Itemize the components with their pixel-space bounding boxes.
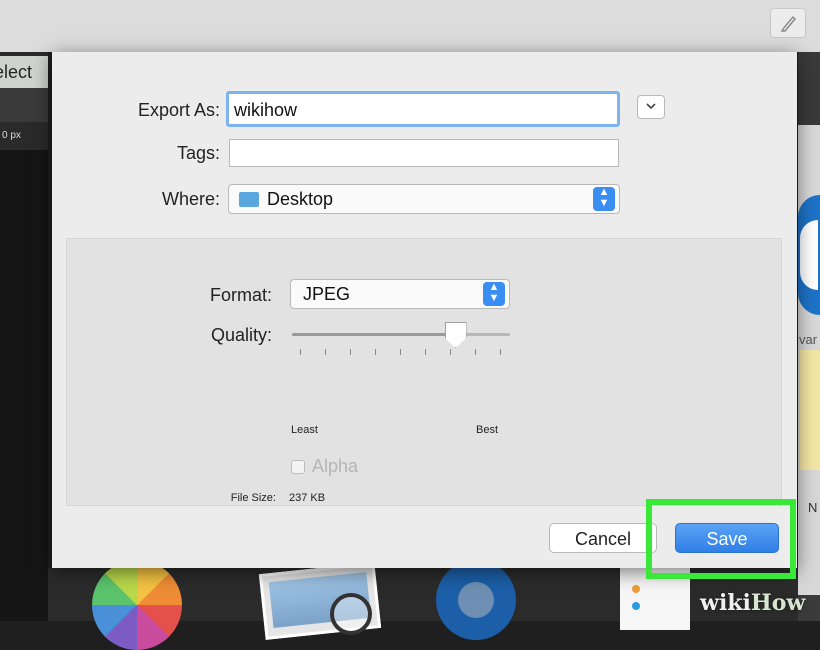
where-value: Desktop xyxy=(267,189,334,209)
file-size-label: File Size: xyxy=(230,492,276,504)
quality-tick xyxy=(375,349,376,355)
markup-button[interactable] xyxy=(770,8,806,38)
photos-app-icon[interactable] xyxy=(92,560,182,650)
reminder-dot-blue xyxy=(632,602,640,610)
where-popup[interactable]: Desktop ▲ ▼ xyxy=(228,184,620,214)
format-label: Format: xyxy=(209,285,272,305)
desktop-notes-icon xyxy=(800,350,820,470)
quality-tick xyxy=(425,349,426,355)
quality-tick xyxy=(325,349,326,355)
quality-tick xyxy=(400,349,401,355)
app-toolbar xyxy=(0,0,820,52)
alpha-checkbox[interactable] xyxy=(291,460,305,474)
expand-button[interactable] xyxy=(637,95,665,119)
quality-tick xyxy=(450,349,451,355)
tags-label: Tags: xyxy=(176,143,220,163)
chevron-down-icon xyxy=(646,99,656,113)
reminder-dot-orange xyxy=(632,585,640,593)
folder-icon xyxy=(239,192,259,207)
save-highlight-box xyxy=(646,499,796,579)
quality-tick xyxy=(350,349,351,355)
quality-min-label: Least xyxy=(291,424,318,436)
desktop-app-icon-highlight xyxy=(800,220,818,290)
tags-field[interactable] xyxy=(229,139,619,167)
alpha-label: Alpha xyxy=(312,456,359,476)
magnifier-icon xyxy=(330,593,372,635)
desktop-icon-label: var xyxy=(799,332,818,347)
format-value: JPEG xyxy=(303,284,351,304)
quality-slider-fill xyxy=(292,333,456,336)
watermark: wikiHow xyxy=(700,590,806,616)
updown-chevron-icon: ▲ ▼ xyxy=(483,282,505,306)
cancel-button[interactable]: Cancel xyxy=(549,523,657,553)
export-as-label: Export As: xyxy=(137,100,220,120)
file-size-value: 237 KB xyxy=(289,492,326,504)
select-tab[interactable]: elect xyxy=(0,56,48,88)
quicktime-inner-icon xyxy=(458,582,494,618)
quality-tick xyxy=(500,349,501,355)
left-toolbar-band xyxy=(0,88,48,122)
quality-label: Quality: xyxy=(210,325,272,345)
quality-tick xyxy=(300,349,301,355)
desktop-partial-label: N xyxy=(808,500,818,515)
quality-max-label: Best xyxy=(476,424,499,436)
export-as-field[interactable]: wikihow xyxy=(226,91,620,127)
quality-tick xyxy=(475,349,476,355)
export-sheet: Export As: wikihow Tags: Where: Desktop … xyxy=(52,52,797,568)
updown-chevron-icon: ▲ ▼ xyxy=(593,187,615,211)
canvas-area xyxy=(0,150,48,621)
where-label: Where: xyxy=(161,189,220,209)
ruler-label: 0 px xyxy=(2,130,21,141)
format-popup[interactable]: JPEG ▲ ▼ xyxy=(290,279,510,309)
